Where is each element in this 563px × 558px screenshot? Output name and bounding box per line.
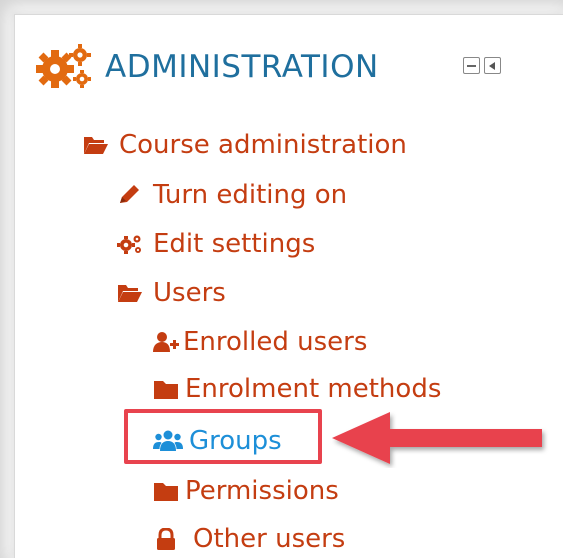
- tree-item-permissions[interactable]: Permissions: [153, 476, 339, 506]
- tree-item-course-administration[interactable]: Course administration: [83, 130, 407, 160]
- tree-item-label: Groups: [189, 426, 282, 456]
- lock-icon: [157, 528, 175, 550]
- tree-item-other-users[interactable]: Other users: [153, 524, 345, 554]
- tree-item-label: Turn editing on: [153, 180, 348, 210]
- tree-item-label: Other users: [193, 524, 346, 554]
- screenshot-stage: ADMINISTRATION Course administration Tur…: [0, 0, 563, 558]
- pencil-icon: [120, 185, 139, 203]
- administration-tree: Course administration Turn editing on Ed…: [15, 15, 563, 558]
- folder-open-icon: [84, 137, 108, 154]
- user-plus-icon: [153, 332, 179, 352]
- tree-item-label: Users: [153, 278, 226, 308]
- gears-icon: [117, 235, 141, 254]
- administration-block: ADMINISTRATION Course administration Tur…: [14, 14, 563, 558]
- tree-item-label: Edit settings: [153, 229, 316, 259]
- tree-item-label: Course administration: [119, 130, 407, 160]
- tree-item-enrolled-users[interactable]: Enrolled users: [153, 327, 367, 357]
- tree-item-groups[interactable]: Groups: [153, 426, 282, 456]
- tree-item-label: Enrolled users: [183, 327, 368, 357]
- tree-item-users[interactable]: Users: [117, 278, 226, 308]
- tree-item-label: Permissions: [185, 476, 339, 506]
- tree-item-label: Enrolment methods: [185, 374, 442, 404]
- folder-open-icon: [118, 285, 142, 302]
- tree-item-turn-editing-on[interactable]: Turn editing on: [117, 180, 347, 210]
- tree-item-enrolment-methods[interactable]: Enrolment methods: [153, 374, 441, 404]
- folder-icon: [154, 483, 178, 501]
- tree-item-edit-settings[interactable]: Edit settings: [117, 229, 315, 259]
- callout-arrow-icon: [332, 412, 542, 464]
- folder-icon: [154, 381, 178, 399]
- users-icon: [153, 430, 183, 451]
